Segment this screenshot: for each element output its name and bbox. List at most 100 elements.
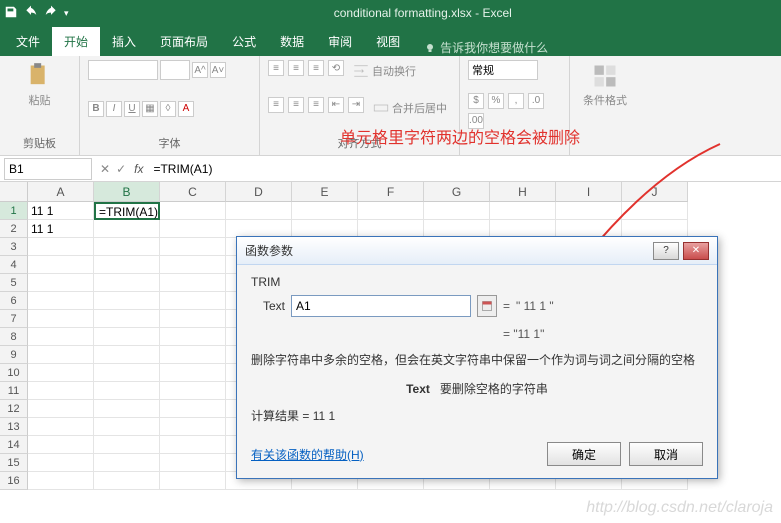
row-header-14[interactable]: 14 bbox=[0, 436, 28, 454]
cell-C7[interactable] bbox=[160, 310, 226, 328]
cell-B7[interactable] bbox=[94, 310, 160, 328]
cell-B2[interactable] bbox=[94, 220, 160, 238]
accept-formula-icon[interactable]: ✓ bbox=[116, 162, 126, 176]
row-header-10[interactable]: 10 bbox=[0, 364, 28, 382]
function-help-link[interactable]: 有关该函数的帮助(H) bbox=[251, 446, 364, 463]
cell-B8[interactable] bbox=[94, 328, 160, 346]
row-header-1[interactable]: 1 bbox=[0, 202, 28, 220]
cell-B14[interactable] bbox=[94, 436, 160, 454]
cell-C2[interactable] bbox=[160, 220, 226, 238]
inc-decimal-icon[interactable]: .0 bbox=[528, 93, 544, 109]
cell-C8[interactable] bbox=[160, 328, 226, 346]
cell-A9[interactable] bbox=[28, 346, 94, 364]
dialog-help-icon[interactable]: ? bbox=[653, 242, 679, 260]
save-icon[interactable] bbox=[4, 5, 18, 22]
cell-A14[interactable] bbox=[28, 436, 94, 454]
cell-H1[interactable] bbox=[490, 202, 556, 220]
cell-C11[interactable] bbox=[160, 382, 226, 400]
cell-B6[interactable] bbox=[94, 292, 160, 310]
cell-A3[interactable] bbox=[28, 238, 94, 256]
cell-C15[interactable] bbox=[160, 454, 226, 472]
cell-C4[interactable] bbox=[160, 256, 226, 274]
font-name-input[interactable] bbox=[88, 60, 158, 80]
cell-C16[interactable] bbox=[160, 472, 226, 490]
undo-icon[interactable] bbox=[24, 5, 38, 22]
tab-file[interactable]: 文件 bbox=[4, 27, 52, 56]
font-color-button[interactable]: A bbox=[178, 101, 194, 117]
tab-home[interactable]: 开始 bbox=[52, 27, 100, 56]
cell-B16[interactable] bbox=[94, 472, 160, 490]
cell-A12[interactable] bbox=[28, 400, 94, 418]
indent-inc-icon[interactable]: ⇥ bbox=[348, 97, 364, 113]
cell-C12[interactable] bbox=[160, 400, 226, 418]
row-header-4[interactable]: 4 bbox=[0, 256, 28, 274]
merge-center-button[interactable]: 合并后居中 bbox=[368, 97, 451, 119]
dialog-close-icon[interactable]: ✕ bbox=[683, 242, 709, 260]
cell-B4[interactable] bbox=[94, 256, 160, 274]
cell-A13[interactable] bbox=[28, 418, 94, 436]
row-header-9[interactable]: 9 bbox=[0, 346, 28, 364]
align-mid-icon[interactable]: ≡ bbox=[288, 60, 304, 76]
col-header-C[interactable]: C bbox=[160, 182, 226, 202]
row-header-15[interactable]: 15 bbox=[0, 454, 28, 472]
cell-C3[interactable] bbox=[160, 238, 226, 256]
cell-B3[interactable] bbox=[94, 238, 160, 256]
cell-A16[interactable] bbox=[28, 472, 94, 490]
formula-input[interactable] bbox=[149, 158, 781, 180]
row-header-5[interactable]: 5 bbox=[0, 274, 28, 292]
cell-C13[interactable] bbox=[160, 418, 226, 436]
align-bot-icon[interactable]: ≡ bbox=[308, 60, 324, 76]
select-all-corner[interactable] bbox=[0, 182, 28, 202]
cell-C6[interactable] bbox=[160, 292, 226, 310]
tab-insert[interactable]: 插入 bbox=[100, 27, 148, 56]
underline-button[interactable]: U bbox=[124, 101, 140, 117]
currency-icon[interactable]: $ bbox=[468, 93, 484, 109]
row-header-16[interactable]: 16 bbox=[0, 472, 28, 490]
col-header-G[interactable]: G bbox=[424, 182, 490, 202]
cell-A2[interactable]: 11 1 bbox=[28, 220, 94, 238]
cell-C10[interactable] bbox=[160, 364, 226, 382]
row-header-3[interactable]: 3 bbox=[0, 238, 28, 256]
font-size-input[interactable] bbox=[160, 60, 190, 80]
row-header-12[interactable]: 12 bbox=[0, 400, 28, 418]
comma-icon[interactable]: , bbox=[508, 93, 524, 109]
redo-icon[interactable] bbox=[44, 5, 58, 22]
cell-A6[interactable] bbox=[28, 292, 94, 310]
fx-icon[interactable]: fx bbox=[134, 162, 143, 176]
bold-button[interactable]: B bbox=[88, 101, 104, 117]
cell-E1[interactable] bbox=[292, 202, 358, 220]
cell-A11[interactable] bbox=[28, 382, 94, 400]
col-header-B[interactable]: B bbox=[94, 182, 160, 202]
cell-A4[interactable] bbox=[28, 256, 94, 274]
cell-I1[interactable] bbox=[556, 202, 622, 220]
row-header-7[interactable]: 7 bbox=[0, 310, 28, 328]
cell-B1[interactable]: =TRIM(A1) bbox=[94, 202, 160, 220]
cell-A1[interactable]: 11 1 bbox=[28, 202, 94, 220]
italic-button[interactable]: I bbox=[106, 101, 122, 117]
cell-C9[interactable] bbox=[160, 346, 226, 364]
cell-C14[interactable] bbox=[160, 436, 226, 454]
paste-button[interactable]: 粘贴 bbox=[8, 60, 71, 110]
tab-review[interactable]: 审阅 bbox=[316, 27, 364, 56]
cell-B12[interactable] bbox=[94, 400, 160, 418]
arg-text-input[interactable] bbox=[291, 295, 471, 317]
tab-formulas[interactable]: 公式 bbox=[220, 27, 268, 56]
collapse-dialog-icon[interactable] bbox=[477, 295, 497, 317]
cell-A8[interactable] bbox=[28, 328, 94, 346]
cell-J1[interactable] bbox=[622, 202, 688, 220]
row-header-8[interactable]: 8 bbox=[0, 328, 28, 346]
conditional-format-button[interactable]: 条件格式 bbox=[578, 60, 632, 110]
cell-C5[interactable] bbox=[160, 274, 226, 292]
cell-A10[interactable] bbox=[28, 364, 94, 382]
tell-me-search[interactable]: 告诉我你想要做什么 bbox=[424, 39, 548, 56]
dec-decimal-icon[interactable]: .00 bbox=[468, 113, 484, 129]
cancel-button[interactable]: 取消 bbox=[629, 442, 703, 466]
row-header-11[interactable]: 11 bbox=[0, 382, 28, 400]
row-header-6[interactable]: 6 bbox=[0, 292, 28, 310]
col-header-F[interactable]: F bbox=[358, 182, 424, 202]
cell-B13[interactable] bbox=[94, 418, 160, 436]
cell-B11[interactable] bbox=[94, 382, 160, 400]
increase-font-icon[interactable]: A^ bbox=[192, 62, 208, 78]
fill-color-button[interactable]: ◊ bbox=[160, 101, 176, 117]
align-left-icon[interactable]: ≡ bbox=[268, 97, 284, 113]
